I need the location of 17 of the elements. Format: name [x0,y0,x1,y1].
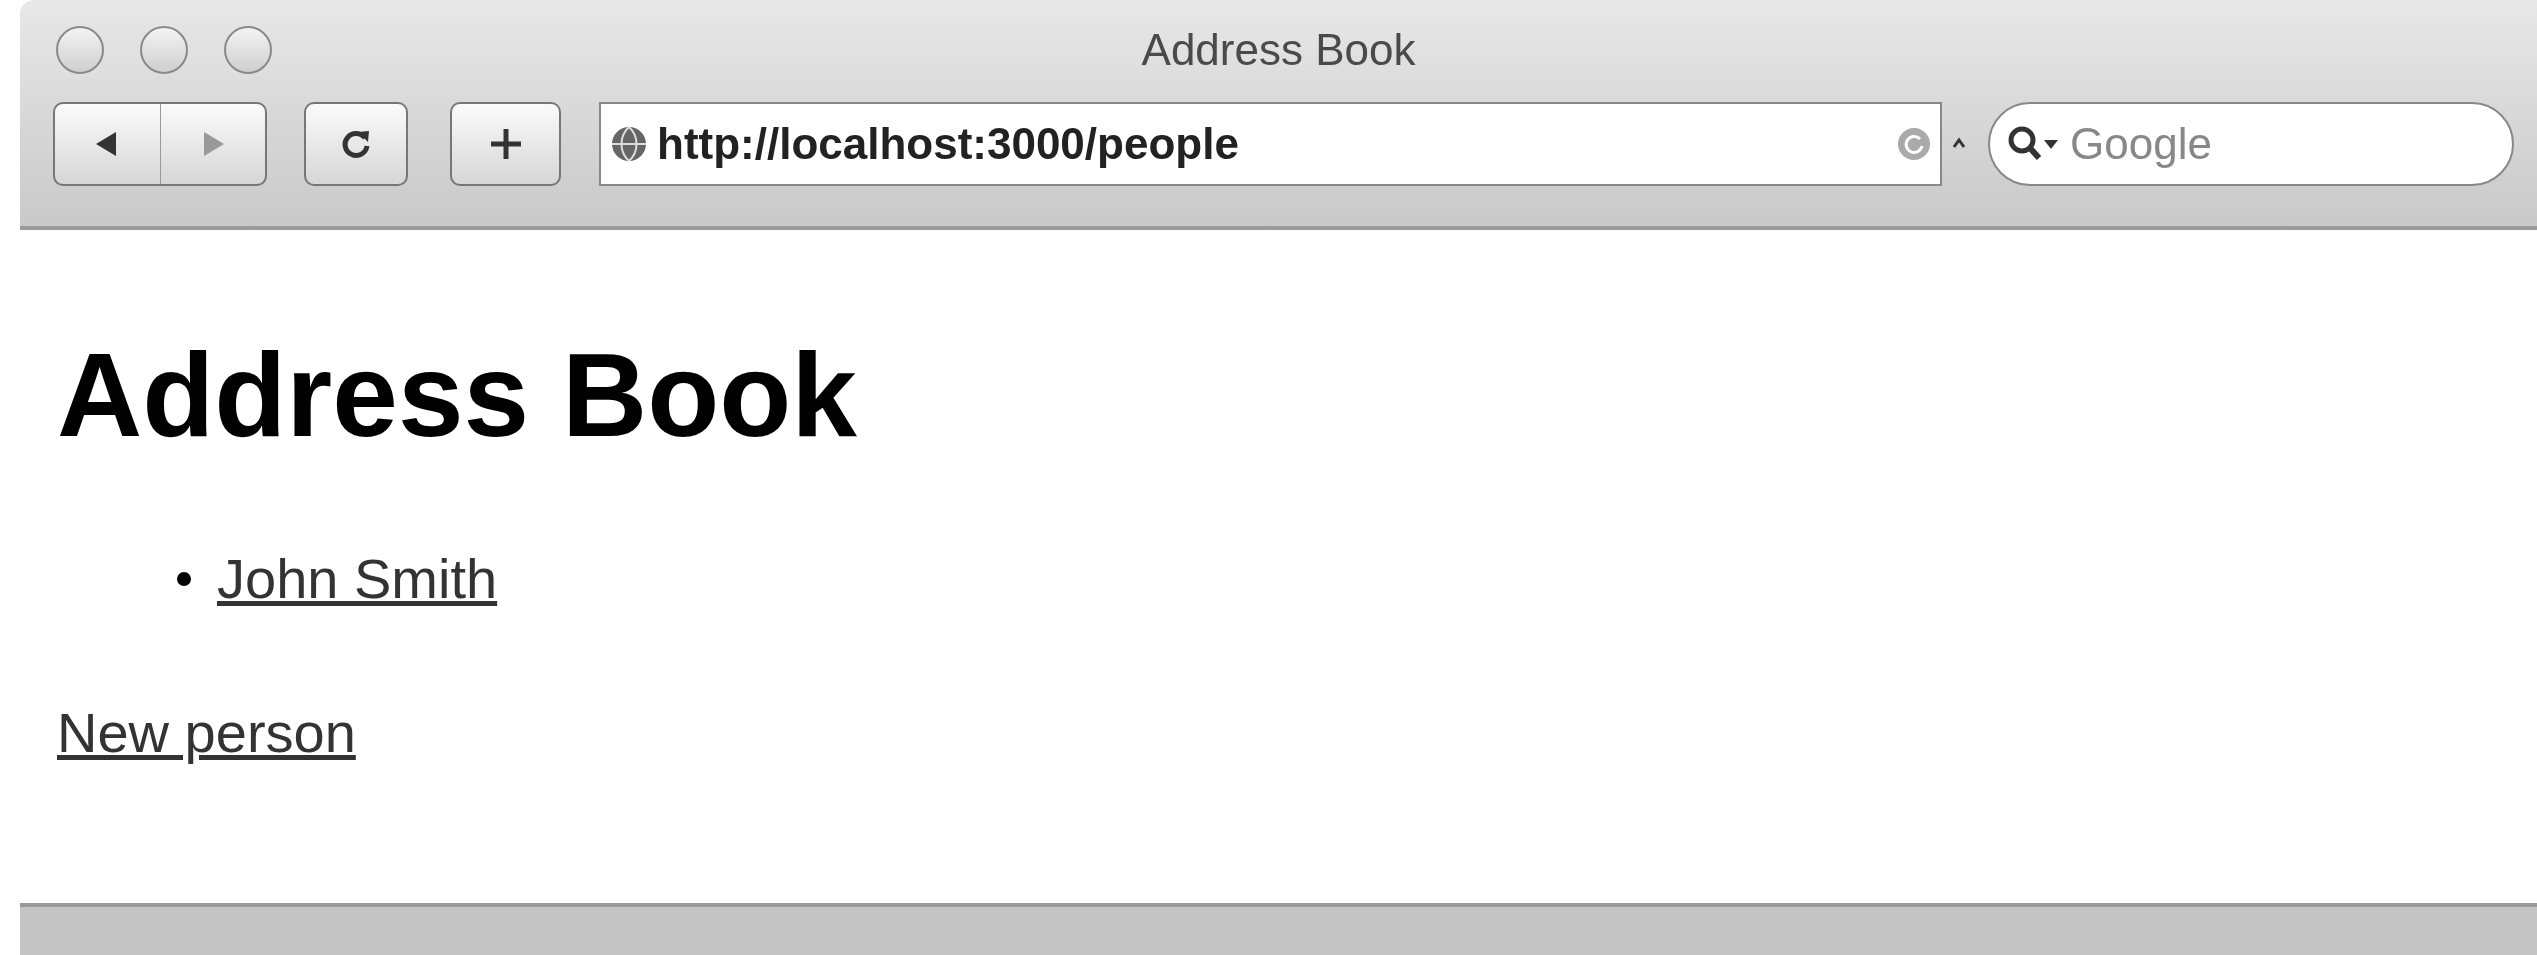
url-text: http://localhost:3000/people [657,118,1240,170]
bullet-icon [177,571,191,586]
reload-circle-icon[interactable] [1896,126,1932,162]
add-bookmark-button[interactable] [450,102,561,186]
new-person-link[interactable]: New person [57,690,356,775]
globe-icon [609,124,649,164]
reload-button[interactable] [304,102,408,186]
window-title: Address Book [1141,24,1416,76]
search-input[interactable]: Google [2070,111,2470,177]
address-field[interactable]: http://localhost:3000/people [599,102,1942,186]
zoom-button[interactable] [224,26,272,74]
close-button[interactable] [56,26,104,74]
back-forward-buttons[interactable] [53,102,267,186]
person-link[interactable]: John Smith [217,536,498,621]
search-field[interactable]: Google [1988,102,2514,186]
page-heading: Address Book [57,328,858,463]
minimize-button[interactable] [140,26,188,74]
